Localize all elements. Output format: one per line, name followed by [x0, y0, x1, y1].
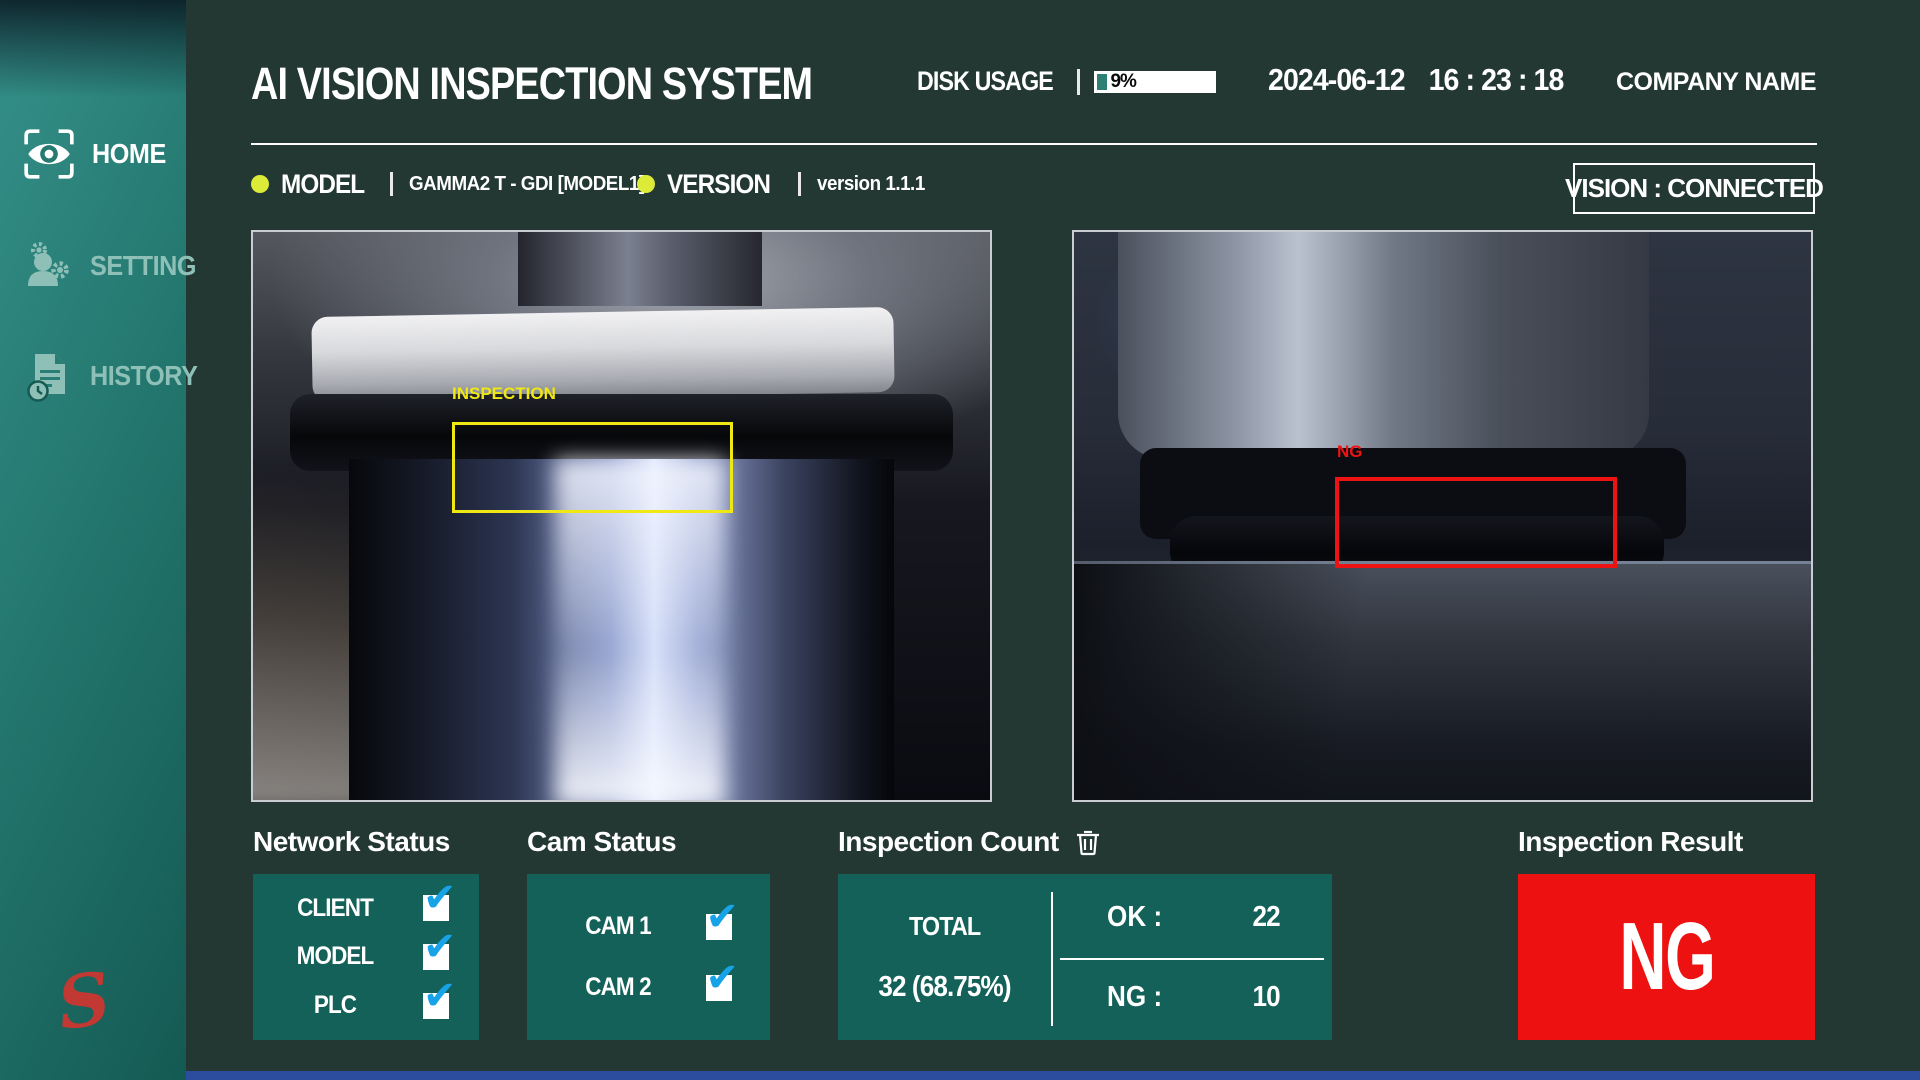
ok-label: OK :: [1107, 901, 1162, 934]
sidebar-item-label: HISTORY: [90, 360, 197, 392]
ng-roi-label: NG: [1337, 443, 1363, 460]
user-gear-icon: [22, 240, 74, 292]
separator: [390, 172, 393, 196]
ng-value: 10: [1252, 981, 1279, 1014]
ok-count-row: OK : 22: [1053, 882, 1332, 952]
vision-connection-badge: VISION : CONNECTED: [1573, 163, 1815, 214]
sidebar-item-label: HOME: [92, 138, 166, 170]
inspection-count-panel: TOTAL 32 (68.75%) OK : 22 NG : 10: [838, 874, 1332, 1040]
network-plc-label: PLC: [288, 991, 382, 1020]
header-divider: [251, 143, 1817, 145]
version-status-dot: [637, 175, 655, 193]
count-horizontal-divider: [1060, 958, 1324, 960]
reset-count-button[interactable]: [1075, 828, 1101, 856]
sidebar-item-setting[interactable]: SETTING: [0, 234, 186, 298]
separator: [798, 172, 801, 196]
model-value: GAMMA2 T - GDI [MODEL1]: [409, 173, 645, 196]
cam2-checkbox checked-icon: [706, 975, 732, 1001]
camera-view-2: NG: [1072, 230, 1813, 802]
sidebar-item-history[interactable]: HISTORY: [0, 344, 186, 408]
version-status: VERSION version 1.1.1: [637, 164, 931, 204]
ng-roi-box: [1335, 477, 1617, 568]
inspection-count-title-text: Inspection Count: [838, 826, 1059, 858]
sidebar-item-label: SETTING: [90, 250, 196, 282]
model-label: MODEL: [281, 169, 364, 200]
network-status-panel: CLIENT MODEL PLC: [253, 874, 479, 1040]
inspection-roi-box: [452, 422, 733, 513]
network-model-label: MODEL: [288, 942, 382, 971]
model-status: MODEL GAMMA2 T - GDI [MODEL1]: [251, 164, 659, 204]
network-client-checkbox checked-icon: [423, 895, 449, 921]
network-row-model: MODEL: [253, 942, 479, 971]
company-name: COMPANY NAME: [1616, 68, 1816, 97]
ok-value: 22: [1252, 901, 1279, 934]
inspection-count-title: Inspection Count: [838, 826, 1101, 858]
datetime: 2024-06-12 16 : 23 : 18: [1268, 62, 1563, 98]
inspection-result-panel: NG: [1518, 874, 1815, 1040]
network-row-plc: PLC: [253, 991, 479, 1020]
disk-usage-label: DISK USAGE: [917, 66, 1053, 97]
ng-count-row: NG : 10: [1053, 962, 1332, 1032]
cam-status-panel: CAM 1 CAM 2: [527, 874, 770, 1040]
disk-usage: DISK USAGE 9%: [917, 66, 1216, 97]
sidebar: HOME SETTING: [0, 0, 186, 1080]
inspection-roi-label: INSPECTION: [452, 385, 556, 402]
disk-usage-bar: 9%: [1094, 71, 1216, 93]
cam-status-title: Cam Status: [527, 826, 676, 858]
model-status-dot: [251, 175, 269, 193]
page-title: AI VISION INSPECTION SYSTEM: [251, 58, 812, 110]
document-clock-icon: [22, 350, 74, 402]
camera-1-image: [253, 232, 990, 800]
camera-view-1: INSPECTION: [251, 230, 992, 802]
brand-logo: S: [52, 955, 115, 1046]
network-plc-checkbox checked-icon: [423, 993, 449, 1019]
cam1-label: CAM 1: [571, 912, 665, 941]
separator: [1077, 69, 1080, 95]
result-value: NG: [1619, 909, 1714, 1005]
cam1-checkbox checked-icon: [706, 914, 732, 940]
total-value: 32 (68.75%): [878, 971, 1010, 1004]
disk-usage-fill: [1097, 74, 1107, 90]
ng-label: NG :: [1107, 981, 1162, 1014]
cam-row-1: CAM 1: [527, 912, 770, 941]
bottom-accent-strip: [186, 1071, 1920, 1080]
date-text: 2024-06-12: [1268, 62, 1405, 98]
network-client-label: CLIENT: [288, 894, 382, 923]
sidebar-item-home[interactable]: HOME: [0, 122, 186, 186]
version-label: VERSION: [667, 169, 770, 200]
version-value: version 1.1.1: [817, 173, 925, 196]
total-label: TOTAL: [909, 911, 980, 942]
disk-usage-percent: 9%: [1110, 72, 1135, 91]
cam-row-2: CAM 2: [527, 973, 770, 1002]
time-text: 16 : 23 : 18: [1429, 62, 1564, 98]
eye-scan-icon: [22, 127, 76, 181]
network-status-title: Network Status: [253, 826, 450, 858]
network-row-client: CLIENT: [253, 894, 479, 923]
count-total-cell: TOTAL 32 (68.75%): [838, 874, 1051, 1040]
app-window: HOME SETTING: [0, 0, 1920, 1080]
cam2-label: CAM 2: [571, 973, 665, 1002]
network-model-checkbox checked-icon: [423, 944, 449, 970]
inspection-result-title: Inspection Result: [1518, 826, 1743, 858]
count-okng-cell: OK : 22 NG : 10: [1053, 874, 1332, 1040]
trash-icon: [1075, 828, 1101, 856]
